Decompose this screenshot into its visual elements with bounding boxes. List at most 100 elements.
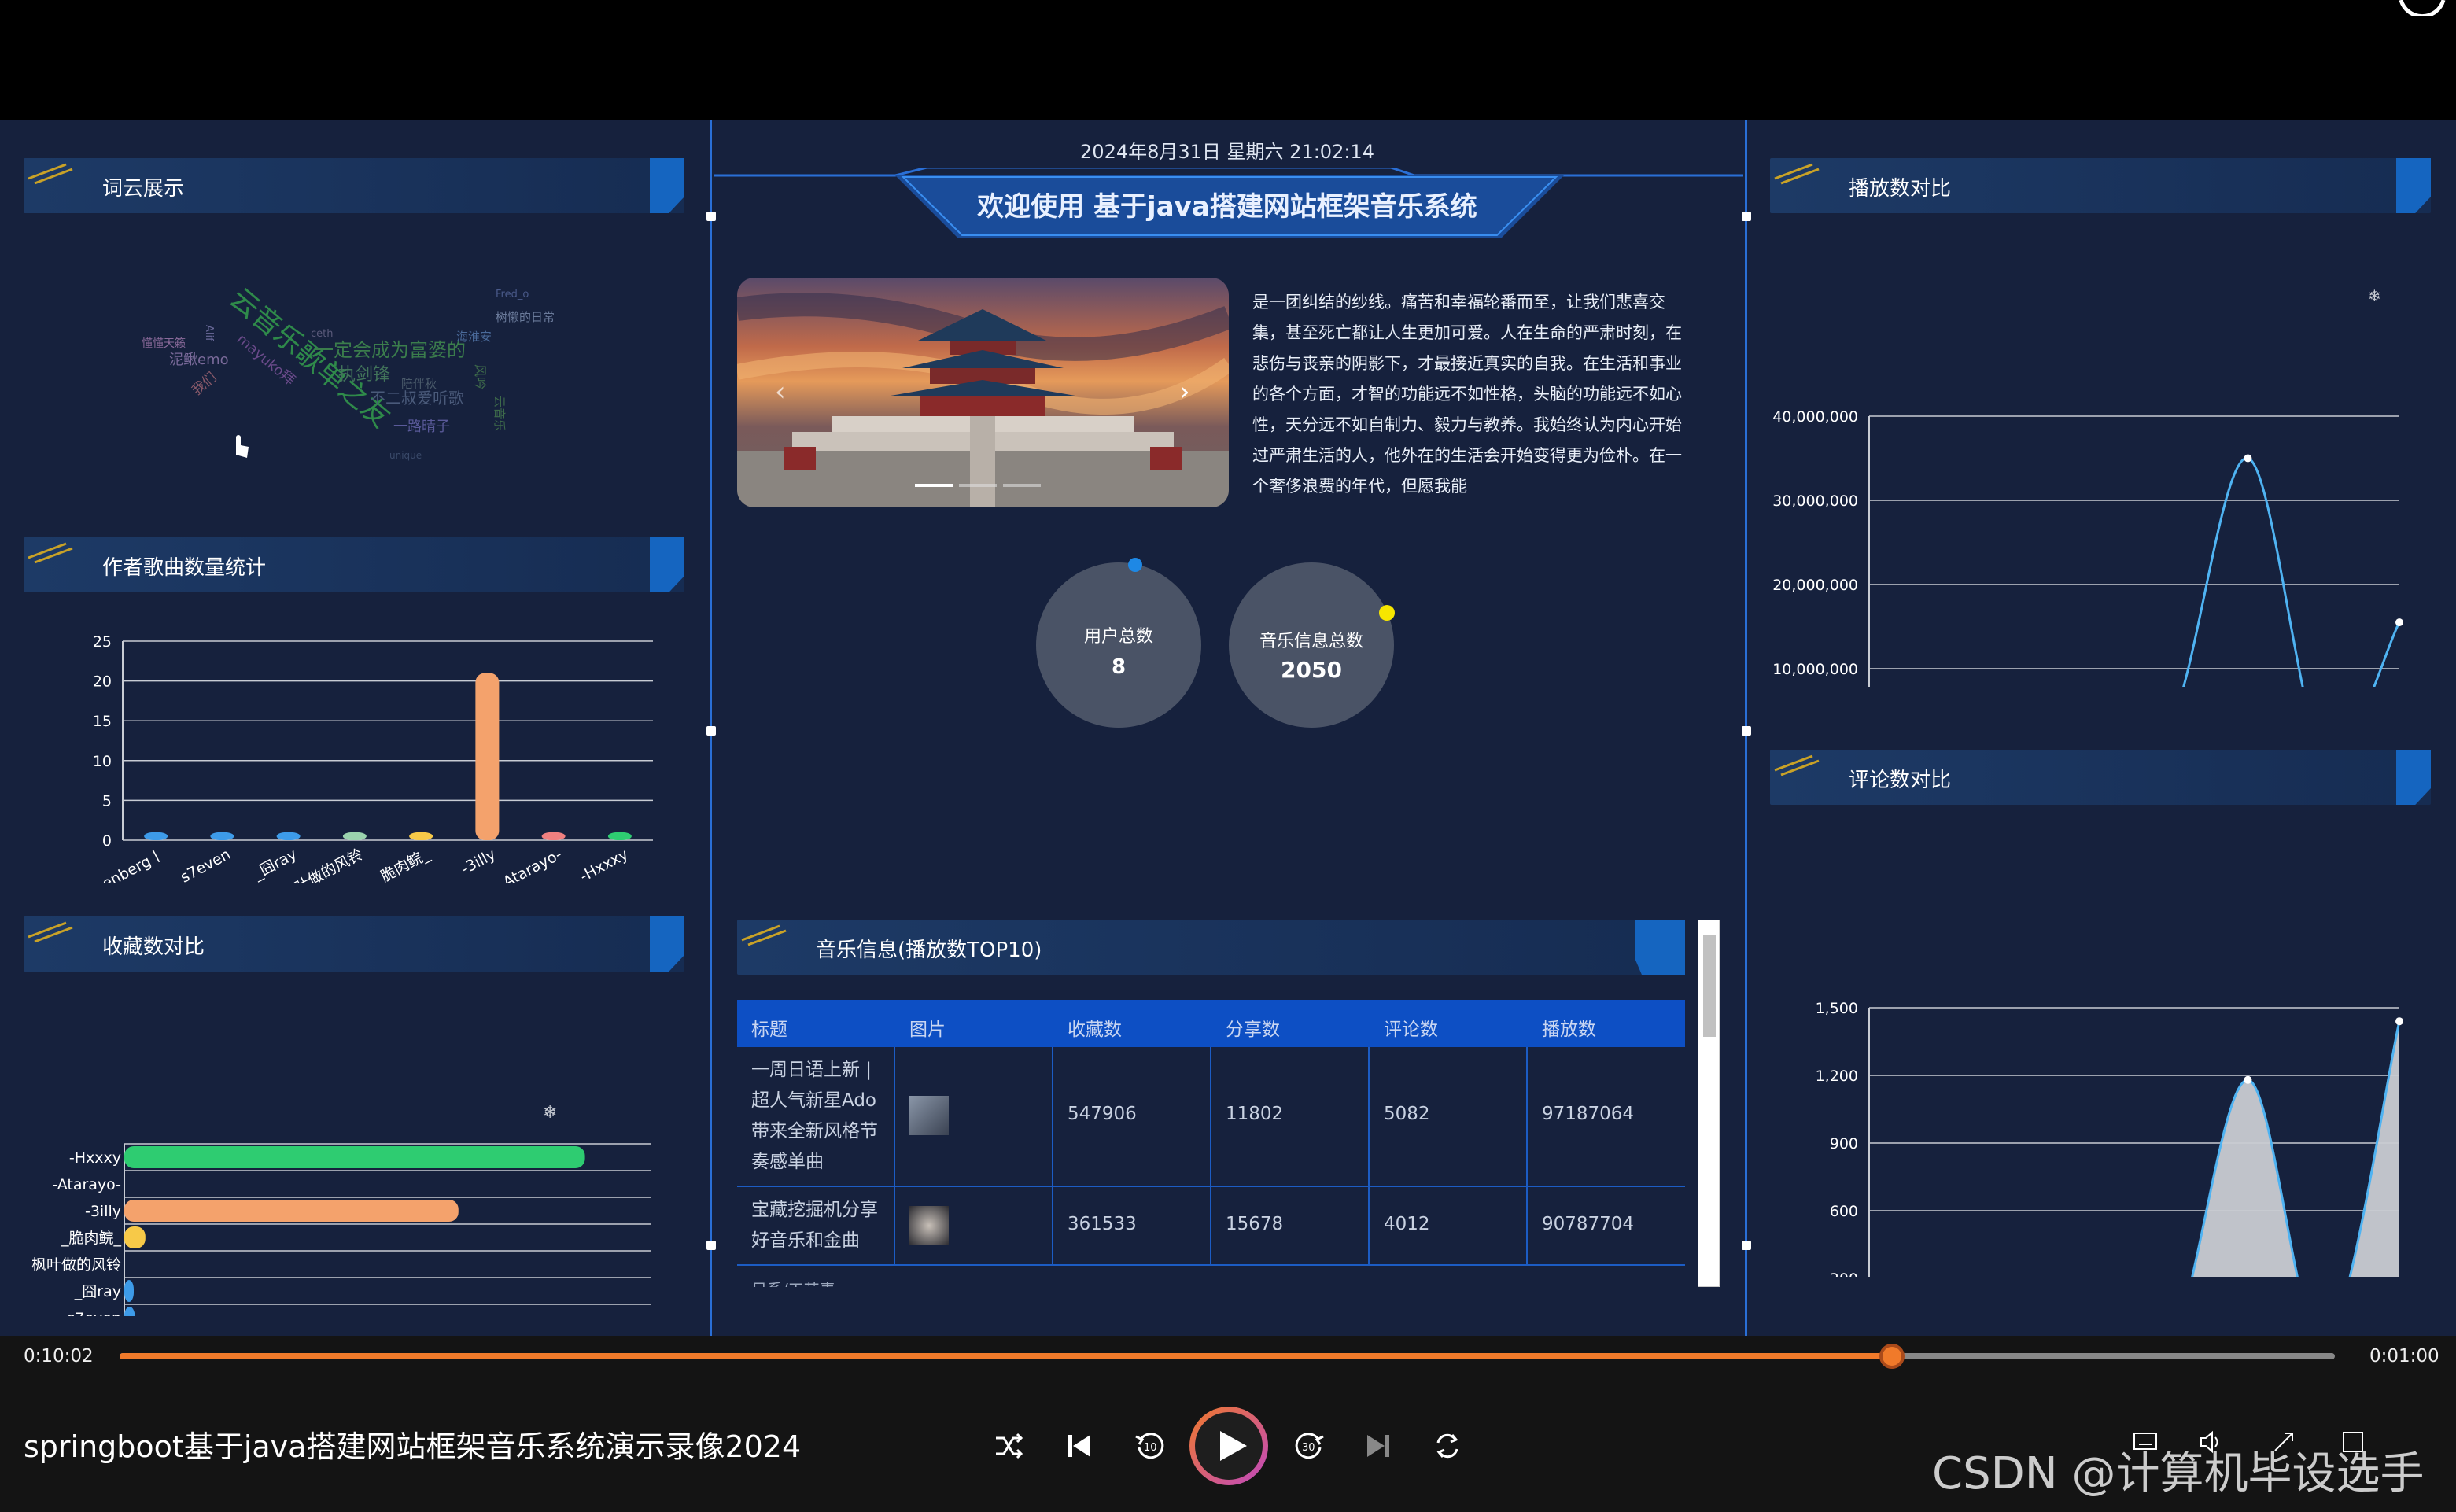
music-table-title: 音乐信息(播放数TOP10): [816, 939, 1042, 962]
panel-tab-icon: [2396, 750, 2431, 805]
y-tick-label: _s7even: [59, 1310, 121, 1316]
table-header-cell[interactable]: 收藏数: [1053, 1000, 1211, 1047]
progress-bar[interactable]: [120, 1344, 2335, 1369]
carousel-indicator[interactable]: [1003, 484, 1041, 487]
slash-icon: [1774, 163, 1820, 185]
wordcloud-word: 海淮安: [456, 330, 492, 344]
resize-handle[interactable]: [706, 726, 716, 736]
favorites-chart[interactable]: ❄ -Hxxxy -Atarayo- -3illy _脆肉鲩_ 枫叶做的风铃 _囧ray _s…: [8, 986, 700, 1316]
next-icon[interactable]: [1363, 1430, 1394, 1462]
y-tick-label: 0: [102, 832, 112, 850]
table-header-cell[interactable]: 图片: [895, 1000, 1053, 1047]
favorites-panel-title: 收藏数对比: [24, 916, 684, 972]
y-tick-label: _脆肉鲩_: [61, 1230, 122, 1247]
avatar-icon[interactable]: [2395, 0, 2450, 16]
bar: [124, 1200, 459, 1222]
slash-icon: [28, 921, 73, 943]
table-scrollbar[interactable]: [1698, 920, 1720, 1287]
title-line: 带来全新风格节: [751, 1121, 878, 1141]
y-tick-label: -Atarayo-: [52, 1176, 121, 1193]
y-tick-label: 15: [93, 713, 112, 730]
table-header-cell[interactable]: 评论数: [1370, 1000, 1528, 1047]
table-cell-title: 一周日语上新 | 超人气新星Ado 带来全新风格节 奏感单曲: [737, 1047, 895, 1186]
resize-handle[interactable]: [706, 1241, 716, 1250]
page-title: 欢迎使用 基于java搭建网站框架音乐系统: [977, 191, 1477, 223]
wordcloud-word: 一路晴子: [393, 419, 450, 435]
slash-icon: [741, 924, 787, 946]
comments-chart[interactable]: 03006009001,2001,500_Heisenberg丨_囧ray_脆肉…: [1754, 868, 2439, 1277]
table-header-cell[interactable]: 播放数: [1528, 1000, 1685, 1047]
carousel-next-button[interactable]: ›: [1179, 376, 1190, 408]
y-tick-label: 10,000,000: [1772, 661, 1858, 678]
users-stat-label: 用户总数: [1083, 627, 1153, 647]
data-point: [2395, 1017, 2403, 1026]
svg-text:30: 30: [1302, 1442, 1315, 1454]
rewind-icon[interactable]: 10: [1133, 1429, 1167, 1463]
snowflake-icon: ❄: [543, 1103, 557, 1123]
x-tick-label: _囧ray: [249, 846, 299, 883]
play-button[interactable]: [1189, 1407, 1268, 1485]
carousel[interactable]: ‹ ›: [737, 278, 1229, 507]
resize-handle[interactable]: [1742, 1241, 1751, 1250]
svg-text:10: 10: [1144, 1442, 1157, 1454]
wordcloud-word: 执剑锋: [338, 365, 390, 385]
previous-icon[interactable]: [1064, 1430, 1095, 1462]
carousel-indicator[interactable]: [915, 484, 953, 487]
wordcloud-word: 不二叔爱听歌: [370, 389, 464, 408]
series-line: [2182, 457, 2401, 687]
plays-title: 播放数对比: [1849, 177, 1952, 201]
snowflake-icon: ❄: [2368, 286, 2381, 305]
fast-forward-icon[interactable]: 30: [1292, 1429, 1326, 1463]
y-tick-label: 300: [1830, 1270, 1858, 1277]
title-line: 一周日语上新 |: [751, 1060, 872, 1080]
shuffle-icon[interactable]: [993, 1430, 1024, 1462]
progress-knob[interactable]: [1879, 1344, 1905, 1369]
wordcloud[interactable]: 云音乐歌单之友 一定会成为富婆的 执剑锋 不二叔爱听歌 泥鳅emo mayuko…: [118, 270, 590, 474]
cursor-icon: [236, 435, 249, 458]
panel-tab-icon: [650, 537, 684, 592]
table-row-partial: 日系/工艺表...: [737, 1266, 1685, 1287]
data-point: [2244, 454, 2252, 463]
carousel-indicator[interactable]: [959, 484, 997, 487]
author-count-panel-title: 作者歌曲数量统计: [24, 537, 684, 592]
table-cell-image: [895, 1047, 1053, 1186]
x-tick-label: -Atarayo-: [496, 846, 565, 883]
wordcloud-word: 泥鳅emo: [169, 352, 229, 368]
table-cell-title: 宝藏挖掘机分享 好音乐和金曲: [737, 1187, 895, 1264]
table-cell: 11802: [1211, 1047, 1370, 1186]
table-cell: 5082: [1370, 1047, 1528, 1186]
wordcloud-word: unique: [389, 450, 422, 461]
y-tick-label: 10: [93, 753, 112, 770]
y-tick-label: 20,000,000: [1772, 577, 1858, 594]
y-tick-label: 20: [93, 673, 112, 691]
bar: [210, 832, 234, 840]
carousel-prev-button[interactable]: ‹: [775, 376, 786, 408]
title-line: 好音乐和金曲: [751, 1230, 860, 1251]
title-line: 超人气新星Ado: [751, 1090, 877, 1111]
music-table[interactable]: 标题 图片 收藏数 分享数 评论数 播放数 一周日语上新 | 超人气新星Ado …: [737, 1000, 1685, 1287]
loop-icon[interactable]: [1432, 1430, 1463, 1462]
x-tick-label: -Hxxxy: [577, 846, 632, 883]
scrollbar-thumb[interactable]: [1703, 935, 1716, 1037]
x-tick-label: -3illy: [459, 846, 499, 878]
intro-text: 是一团纠结的纱线。痛苦和幸福轮番而至，让我们悲喜交集，甚至死亡都让人生更加可爱。…: [1252, 293, 1682, 496]
table-header-cell[interactable]: 标题: [737, 1000, 895, 1047]
table-cell: 97187064: [1542, 1104, 1635, 1124]
slash-icon: [28, 163, 73, 185]
title-line: 奏感单曲: [751, 1152, 824, 1172]
bar: [342, 832, 367, 840]
plays-chart[interactable]: 010,000,00020,000,00030,000,00040,000,00…: [1754, 278, 2439, 687]
cover-thumbnail[interactable]: [909, 1096, 949, 1135]
resize-handle[interactable]: [1742, 726, 1751, 736]
cover-thumbnail[interactable]: [909, 1206, 949, 1245]
users-stat-circle: 用户总数 8: [1036, 562, 1201, 728]
table-row[interactable]: 一周日语上新 | 超人气新星Ado 带来全新风格节 奏感单曲 547906 11…: [737, 1047, 1685, 1187]
table-cell: 361533: [1053, 1187, 1211, 1264]
author-song-count-chart[interactable]: 0510152025_Heisenberg丨 _s7even _囧ray枫叶做的风铃…: [24, 624, 684, 883]
y-tick-label: 900: [1830, 1135, 1858, 1152]
table-row[interactable]: 宝藏挖掘机分享 好音乐和金曲 361533 15678 4012 9078770…: [737, 1187, 1685, 1266]
dashboard-screen: 词云展示 云音乐歌单之友 一定会成为富婆的 执剑锋 不二叔爱听歌 泥鳅emo m…: [0, 120, 2456, 1336]
wordcloud-word: 我们: [189, 370, 219, 399]
table-header-cell[interactable]: 分享数: [1211, 1000, 1370, 1047]
wordcloud-word: 树懒的日常: [496, 310, 555, 324]
